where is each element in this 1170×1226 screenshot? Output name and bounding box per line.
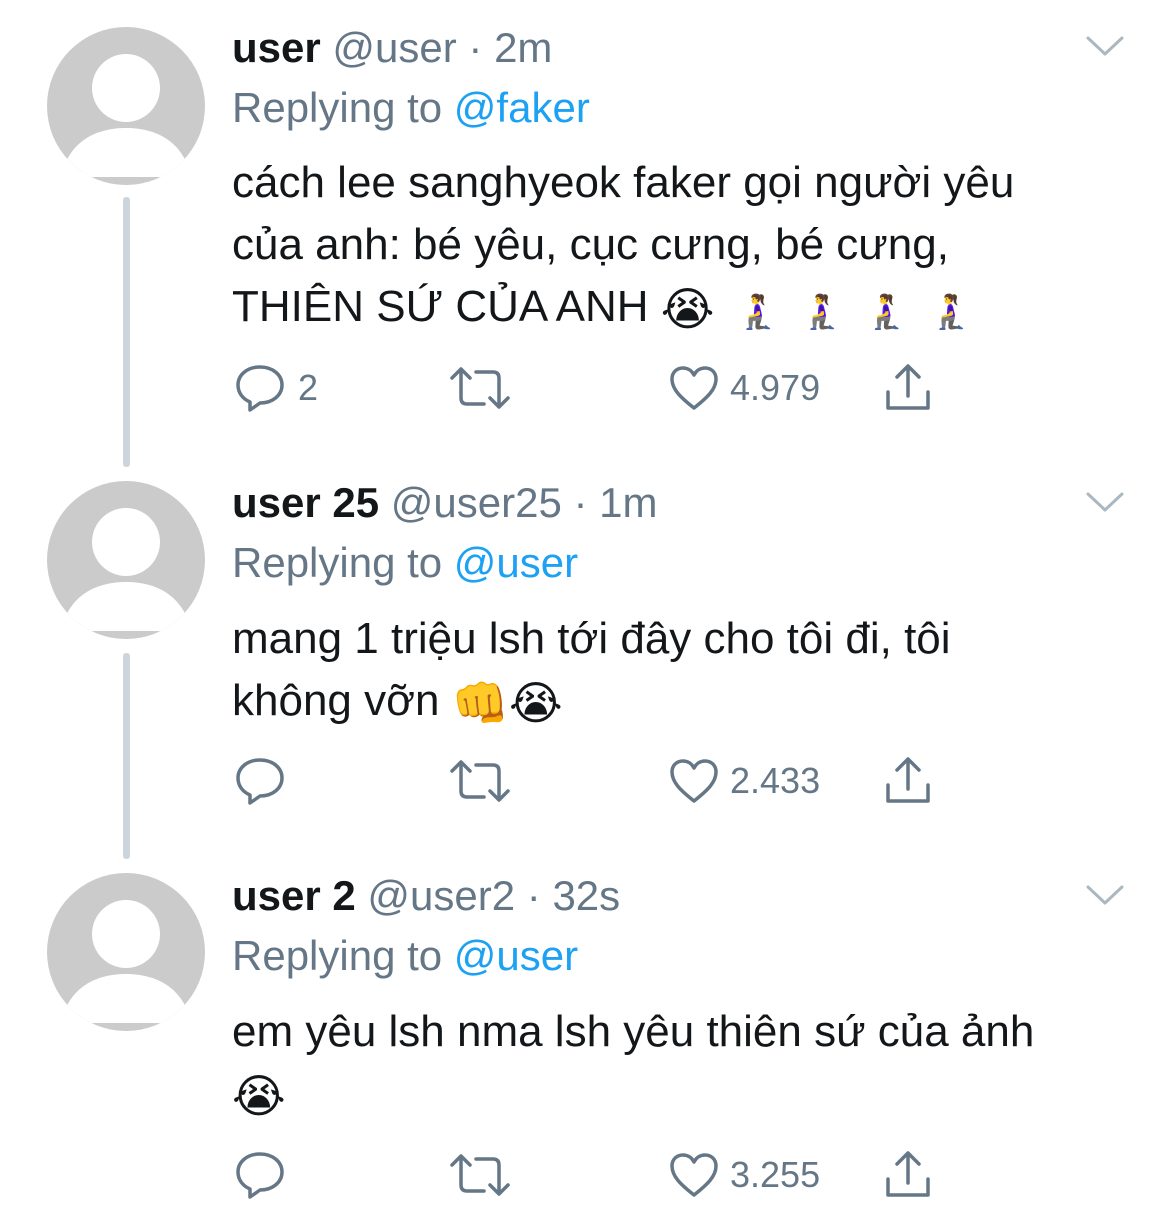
text-line: mang 1 triệu lsh tới đây cho tôi đi, tôi	[232, 614, 951, 663]
tweet-text: cách lee sanghyeok faker gọi người yêu c…	[232, 152, 1132, 343]
chevron-down-icon[interactable]	[1085, 883, 1125, 907]
replying-prefix: Replying to	[232, 539, 443, 586]
separator-dot: ·	[561, 479, 600, 526]
like-button[interactable]: 4.979	[668, 360, 820, 416]
retweet-button[interactable]	[448, 360, 512, 416]
share-icon	[886, 364, 930, 410]
text-segment: THIÊN SỨ CỦA ANH	[232, 282, 649, 331]
tweet-text: mang 1 triệu lsh tới đây cho tôi đi, tôi…	[232, 608, 1132, 734]
reply-button[interactable]: 2	[232, 360, 318, 416]
crying-face-emoji: 😭	[508, 676, 563, 730]
chevron-down-icon[interactable]	[1085, 490, 1125, 514]
like-icon	[670, 759, 718, 803]
text-line: em yêu lsh nma lsh yêu thiên sứ của ảnh	[232, 1007, 1035, 1056]
thread-line	[123, 197, 130, 467]
share-button[interactable]	[882, 753, 934, 809]
reply-button[interactable]	[232, 1147, 298, 1203]
reply-button[interactable]	[232, 753, 298, 809]
user-handle[interactable]: @user25	[391, 479, 562, 526]
mention-link[interactable]: @faker	[454, 84, 590, 131]
share-button[interactable]	[882, 360, 934, 416]
like-icon	[670, 1153, 718, 1197]
like-count: 3.255	[730, 1154, 821, 1195]
display-name[interactable]: user	[232, 24, 321, 71]
display-name[interactable]: user 25	[232, 479, 379, 526]
kneeling-woman-emoji: 🧎‍♀️	[929, 292, 972, 332]
reply-icon	[236, 758, 284, 805]
default-avatar-icon	[61, 54, 191, 177]
tweet-text: em yêu lsh nma lsh yêu thiên sứ của ảnh …	[232, 1001, 1132, 1127]
replying-prefix: Replying to	[232, 932, 443, 979]
fist-emoji: 👊	[451, 676, 509, 730]
text-line: 😭	[232, 1063, 1132, 1127]
display-name[interactable]: user 2	[232, 872, 356, 919]
like-icon	[670, 366, 718, 410]
text-line: THIÊN SỨ CỦA ANH 😭 🧎‍♀️ 🧎‍♀️ 🧎‍♀️ 🧎‍♀️	[232, 276, 1132, 343]
tweet-actions: 2.433	[232, 753, 952, 809]
like-count: 4.979	[730, 367, 821, 408]
retweet-icon	[450, 367, 510, 409]
like-button[interactable]: 2.433	[668, 753, 820, 809]
like-count: 2.433	[730, 760, 821, 801]
replying-to: Replying to @user	[232, 928, 578, 984]
timestamp[interactable]: 2m	[494, 24, 552, 71]
retweet-icon	[450, 760, 510, 802]
retweet-icon	[450, 1154, 510, 1196]
text-segment: không vỡn	[232, 676, 440, 725]
avatar[interactable]	[47, 481, 205, 639]
replying-prefix: Replying to	[232, 84, 443, 131]
crying-face-emoji: 😭	[232, 1069, 286, 1123]
kneeling-woman-emoji: 🧎‍♀️	[865, 292, 908, 332]
tweet-header: user 25 @user25 · 1m	[232, 475, 658, 531]
separator-dot: ·	[456, 24, 495, 71]
mention-link[interactable]: @user	[454, 539, 578, 586]
chevron-down-icon[interactable]	[1085, 34, 1125, 58]
default-avatar-icon	[61, 508, 191, 631]
avatar[interactable]	[47, 27, 205, 185]
replying-to: Replying to @user	[232, 535, 578, 591]
text-line: của anh: bé yêu, cục cưng, bé cưng,	[232, 220, 949, 269]
user-handle[interactable]: @user	[332, 24, 456, 71]
timestamp[interactable]: 32s	[552, 872, 620, 919]
text-line: cách lee sanghyeok faker gọi người yêu	[232, 158, 1015, 207]
like-button[interactable]: 3.255	[668, 1147, 820, 1203]
timestamp[interactable]: 1m	[599, 479, 657, 526]
tweet-header: user @user · 2m	[232, 20, 552, 76]
kneeling-woman-emoji: 🧎‍♀️	[736, 292, 779, 332]
retweet-button[interactable]	[448, 1147, 512, 1203]
reply-count: 2	[298, 367, 319, 408]
tweet-actions: 2 4.979	[232, 360, 952, 416]
retweet-button[interactable]	[448, 753, 512, 809]
thread-line	[123, 653, 130, 859]
avatar[interactable]	[47, 873, 205, 1031]
share-icon	[886, 757, 930, 803]
tweet-header: user 2 @user2 · 32s	[232, 868, 620, 924]
user-handle[interactable]: @user2	[367, 872, 515, 919]
kneeling-woman-emoji: 🧎‍♀️	[800, 292, 844, 332]
text-line: không vỡn 👊😭	[232, 670, 1132, 734]
share-icon	[886, 1151, 930, 1197]
mention-link[interactable]: @user	[454, 932, 578, 979]
reply-icon	[236, 365, 284, 412]
reply-icon	[236, 1152, 284, 1199]
share-button[interactable]	[882, 1147, 934, 1203]
replying-to: Replying to @faker	[232, 80, 590, 136]
crying-face-emoji: 😭	[660, 282, 715, 336]
default-avatar-icon	[61, 900, 191, 1023]
tweet-actions: 3.255	[232, 1147, 952, 1203]
separator-dot: ·	[515, 872, 553, 919]
